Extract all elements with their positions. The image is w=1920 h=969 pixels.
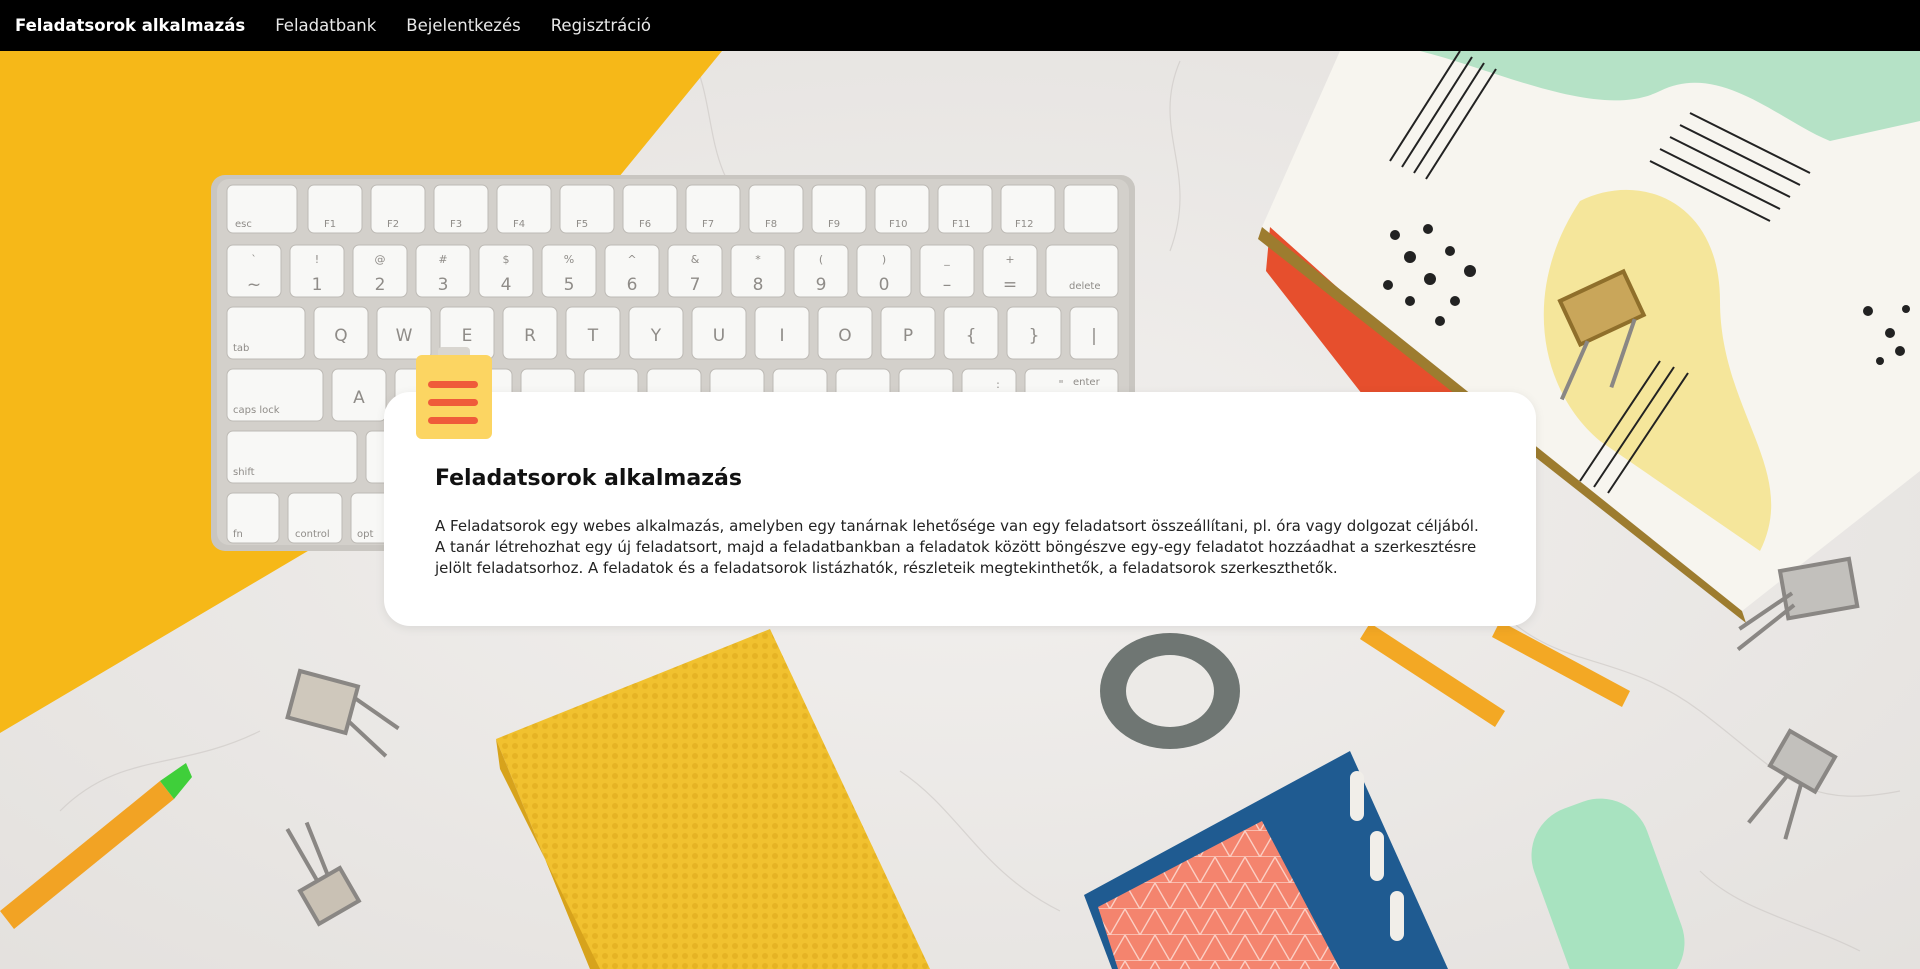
- nav-link-bejelentkezes[interactable]: Bejelentkezés: [406, 16, 520, 35]
- key-r-label: R: [524, 326, 536, 346]
- key-brace-open-label: {: [966, 326, 977, 346]
- key-f6-label: F6: [639, 219, 651, 230]
- key-asterisk-label: *: [755, 253, 761, 266]
- key-3-label: 3: [438, 275, 449, 295]
- key-o-label: O: [838, 326, 851, 346]
- key-f11-label: F11: [952, 219, 970, 230]
- key-7-label: 7: [690, 275, 701, 295]
- key-f9-label: F9: [828, 219, 840, 230]
- tape-roll: [1100, 633, 1240, 749]
- key-i-label: I: [779, 326, 784, 346]
- key-f2-label: F2: [387, 219, 399, 230]
- key-f4-label: F4: [513, 219, 525, 230]
- key-paren-close-label: ): [882, 253, 886, 266]
- key-percent-label: %: [564, 253, 574, 266]
- key-p-label: P: [903, 326, 913, 346]
- key-dollar-label: $: [503, 253, 510, 266]
- key-colon-label: :: [996, 378, 1000, 391]
- nav-link-feladatbank[interactable]: Feladatbank: [275, 16, 376, 35]
- key-ampersand-label: &: [691, 253, 700, 266]
- key-f5-label: F5: [576, 219, 588, 230]
- key-f8-label: F8: [765, 219, 777, 230]
- key-paren-open-label: (: [819, 253, 823, 266]
- key-q-label: Q: [334, 326, 347, 346]
- top-navbar: Feladatsorok alkalmazás Feladatbank Beje…: [0, 0, 1920, 51]
- key-0-label: 0: [879, 275, 890, 295]
- key-shift-label: shift: [233, 467, 255, 478]
- key-brace-close-label: }: [1029, 326, 1040, 346]
- key-e-label: E: [462, 326, 473, 346]
- app-info-card: Feladatsorok alkalmazás A Feladatsorok e…: [384, 347, 1536, 626]
- key-8-label: 8: [753, 275, 764, 295]
- key-equals-label: =: [1003, 275, 1017, 295]
- key-f3-label: F3: [450, 219, 462, 230]
- key-tilde-label: ~: [247, 275, 261, 295]
- key-f1-label: F1: [324, 219, 336, 230]
- key-tab-label: tab: [233, 343, 249, 354]
- key-delete-label: delete: [1069, 281, 1101, 292]
- key-f10-label: F10: [889, 219, 907, 230]
- key-w-label: W: [396, 326, 413, 346]
- key-f12-label: F12: [1015, 219, 1033, 230]
- key-4-label: 4: [501, 275, 512, 295]
- key-f7-label: F7: [702, 219, 714, 230]
- key-capslock-label: caps lock: [233, 405, 280, 416]
- key-2-label: 2: [375, 275, 386, 295]
- key-1-label: 1: [312, 275, 323, 295]
- key-at-label: @: [375, 253, 386, 266]
- key-quote-label: ": [1058, 378, 1063, 391]
- key-pipe-label: |: [1091, 326, 1097, 346]
- key-exclam-label: !: [315, 253, 319, 266]
- key-minus-label: –: [943, 275, 952, 295]
- card-description: A Feladatsorok egy webes alkalmazás, ame…: [435, 517, 1479, 577]
- clipboard-list-icon: [416, 347, 492, 439]
- key-hash-label: #: [438, 253, 447, 266]
- key-t-label: T: [587, 326, 599, 346]
- key-control-label: control: [295, 529, 330, 540]
- key-y-label: Y: [650, 326, 662, 346]
- card-title: Feladatsorok alkalmazás: [435, 466, 742, 491]
- key-u-label: U: [713, 326, 725, 346]
- key-esc-label: esc: [235, 219, 252, 230]
- key-plus-label: +: [1005, 253, 1014, 266]
- key-backtick-label: `: [251, 253, 257, 266]
- key-opt-label: opt: [357, 529, 373, 540]
- brand-link[interactable]: Feladatsorok alkalmazás: [15, 16, 245, 35]
- key-caret-label: ^: [627, 253, 636, 266]
- key-5-label: 5: [564, 275, 575, 295]
- key-a-label: A: [353, 388, 365, 408]
- key-underscore-label: _: [943, 253, 950, 266]
- key-enter-label: enter: [1073, 377, 1101, 388]
- nav-link-regisztracio[interactable]: Regisztráció: [551, 16, 651, 35]
- key-6-label: 6: [627, 275, 638, 295]
- key-9-label: 9: [816, 275, 827, 295]
- key-fn-label: fn: [233, 529, 243, 540]
